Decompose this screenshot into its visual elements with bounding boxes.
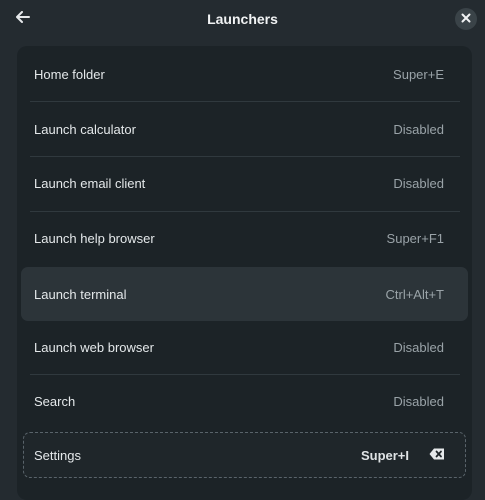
shortcut-row-launch-help-browser[interactable]: Launch help browser Super+F1	[17, 211, 472, 265]
shortcut-row-search[interactable]: Search Disabled	[17, 374, 472, 428]
shortcut-accelerator: Ctrl+Alt+T	[385, 286, 444, 302]
shortcut-label: Search	[34, 393, 76, 409]
shortcut-row-launch-terminal[interactable]: Launch terminal Ctrl+Alt+T	[21, 267, 468, 321]
shortcut-row-settings[interactable]: Settings Super+I	[23, 432, 466, 478]
shortcut-accelerator: Disabled	[393, 393, 444, 409]
shortcut-accelerator: Disabled	[393, 175, 444, 191]
shortcut-accelerator: Super+F1	[386, 230, 444, 246]
close-icon	[461, 10, 471, 28]
shortcut-label: Launch web browser	[34, 339, 154, 355]
page-title: Launchers	[207, 11, 278, 27]
clear-shortcut-button[interactable]	[429, 448, 445, 463]
shortcut-row-launch-email-client[interactable]: Launch email client Disabled	[17, 156, 472, 210]
shortcut-row-home-folder[interactable]: Home folder Super+E	[17, 47, 472, 101]
header-bar: Launchers	[0, 0, 485, 38]
shortcut-list: Home folder Super+E Launch calculator Di…	[17, 46, 472, 500]
backspace-clear-icon	[429, 448, 445, 463]
shortcut-accelerator: Super+I	[360, 447, 409, 463]
shortcut-accelerator: Disabled	[393, 121, 444, 137]
shortcut-row-launch-web-browser[interactable]: Launch web browser Disabled	[17, 320, 472, 374]
shortcut-label: Home folder	[34, 66, 105, 82]
close-button[interactable]	[455, 8, 477, 30]
shortcut-label: Launch help browser	[34, 230, 155, 246]
shortcut-label: Launch terminal	[34, 286, 127, 302]
shortcut-row-launch-calculator[interactable]: Launch calculator Disabled	[17, 102, 472, 156]
launchers-dialog: Launchers Home folder Super+E Launch cal…	[0, 0, 485, 500]
shortcut-accelerator: Super+E	[393, 66, 444, 82]
shortcut-label: Launch email client	[34, 175, 146, 191]
shortcut-accelerator: Disabled	[393, 339, 444, 355]
shortcut-label: Settings	[34, 447, 81, 463]
shortcut-label: Launch calculator	[34, 121, 136, 137]
